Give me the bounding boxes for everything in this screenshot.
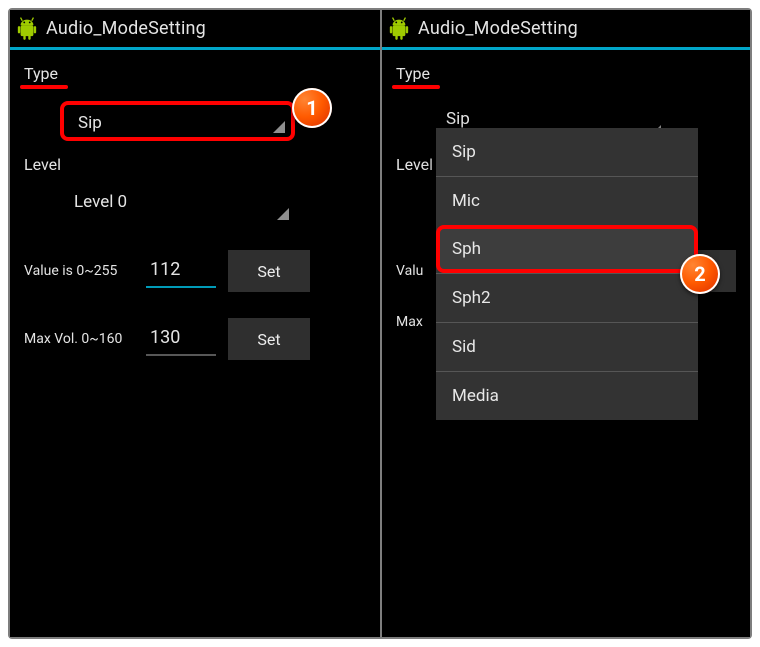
header: Audio_ModeSetting <box>382 10 750 50</box>
dropdown-item-media[interactable]: Media <box>436 371 698 420</box>
header: Audio_ModeSetting <box>10 10 380 50</box>
callout-underline-type <box>392 85 440 89</box>
callout-badge-1: 1 <box>292 88 332 128</box>
label-type: Type <box>382 50 442 87</box>
spinner-caret-icon <box>273 121 285 133</box>
dropdown-item-sip[interactable]: Sip <box>436 128 698 176</box>
label-type: Type <box>10 50 70 87</box>
type-dropdown: Sip Mic Sph Sph2 Sid Media <box>436 128 698 420</box>
dropdown-item-sph[interactable]: Sph <box>436 225 698 273</box>
app-title: Audio_ModeSetting <box>46 18 206 39</box>
stage: Audio_ModeSetting Type Sip Level Level 0… <box>8 8 752 639</box>
level-spinner[interactable]: Level 0 <box>60 184 295 224</box>
label-level: Level <box>10 141 380 178</box>
level-spinner-value: Level 0 <box>74 192 127 212</box>
label-type-text: Type <box>396 64 430 83</box>
set-maxvol-button[interactable]: Set <box>228 318 310 360</box>
type-spinner-value: Sip <box>446 109 470 129</box>
panel-left: Audio_ModeSetting Type Sip Level Level 0… <box>10 10 380 637</box>
maxvol-range-label: Max Vol. 0~160 <box>24 331 134 347</box>
row-value: Value is 0~255 112 Set <box>24 250 366 292</box>
android-icon <box>388 16 410 42</box>
app-title: Audio_ModeSetting <box>418 18 578 39</box>
label-type-text: Type <box>24 64 58 83</box>
spinner-caret-icon <box>277 208 289 220</box>
dropdown-item-sid[interactable]: Sid <box>436 322 698 371</box>
android-icon <box>16 16 38 42</box>
set-value-button[interactable]: Set <box>228 250 310 292</box>
type-spinner-value: Sip <box>78 113 102 133</box>
callout-underline-type <box>20 85 68 89</box>
value-input[interactable]: 112 <box>146 255 216 288</box>
row-maxvol: Max Vol. 0~160 130 Set <box>24 318 366 360</box>
maxvol-input[interactable]: 130 <box>146 323 216 356</box>
type-spinner[interactable]: Sip <box>60 101 295 141</box>
value-range-label: Value is 0~255 <box>24 263 134 279</box>
dropdown-item-sph2[interactable]: Sph2 <box>436 273 698 322</box>
callout-badge-2: 2 <box>680 254 720 294</box>
panel-right: Audio_ModeSetting Type Sip Level Valu Se… <box>380 10 750 637</box>
dropdown-item-mic[interactable]: Mic <box>436 176 698 225</box>
